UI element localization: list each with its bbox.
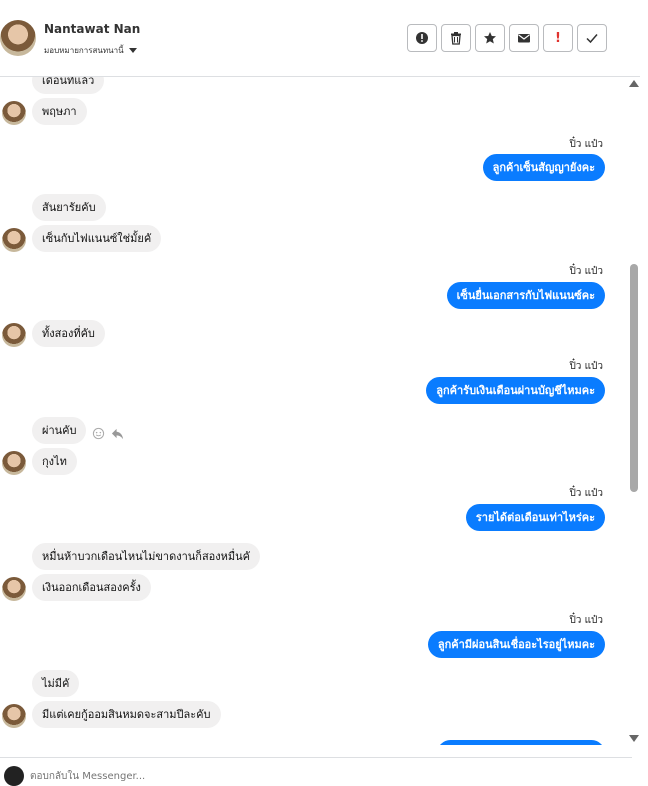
incoming-message[interactable]: สันยารัยคับ [32,194,106,221]
page-avatar [4,766,24,786]
outgoing-message[interactable]: รายได้ต่อเดือนเท่าไหร่คะ [465,504,605,531]
sender-name: ปิ๋ว แป๋ว [569,139,603,150]
star-button[interactable] [475,24,505,52]
reply-input[interactable] [30,768,620,784]
conversation-header: Nantawat Nan มอบหมายการสนทนานี้ ! [0,0,640,77]
scroll-down-arrow-icon[interactable] [629,735,639,742]
reply-composer [0,757,632,786]
envelope-icon [518,34,530,43]
sender-name: ปิ๋ว แป๋ว [569,266,603,277]
incoming-message[interactable]: เซ็นกับไฟแนนซ์ใช่มั้ยคั [32,225,162,252]
assign-conversation-dropdown[interactable]: มอบหมายการสนทนานี้ [44,44,137,57]
incoming-message[interactable]: เงินออกเดือนสองครั้ง [32,574,151,601]
outgoing-message[interactable]: ลูกค้ามีผ่อนสินเชื่ออะไรอยู่ไหมคะ [427,631,605,658]
conversation-actions: ! [407,24,607,52]
sender-avatar [2,228,26,252]
outgoing-message[interactable]: เซ็นยื่นเอกสารกับไฟแนนซ์คะ [446,282,605,309]
scrollbar-thumb[interactable] [630,264,638,492]
incoming-message[interactable]: ผ่านคับ [32,417,87,444]
star-icon [484,32,496,44]
sender-name: ปิ๋ว แป๋ว [569,615,603,626]
scroll-up-arrow-icon[interactable] [629,80,639,87]
sender-avatar [2,101,26,125]
message-thread[interactable]: เดือนที่แล้ว พฤษภา ปิ๋ว แป๋ว ลูกค้าเซ็นส… [0,77,628,745]
incoming-message[interactable]: ทั้งสองที่คับ [32,320,105,347]
sender-avatar [2,577,26,601]
sender-avatar [2,323,26,347]
incoming-message[interactable]: หมื่นห้าบวกเดือนไหนไม่ขาดงานก็สองหมื่นคั [32,543,261,570]
trash-icon [451,32,461,45]
follow-up-button[interactable]: ! [543,24,573,52]
incoming-message[interactable]: ไม่มีคั [32,670,80,697]
mark-unread-button[interactable] [509,24,539,52]
contact-avatar[interactable] [0,20,36,56]
mark-spam-button[interactable] [407,24,437,52]
reply-icon[interactable] [111,427,124,440]
message-hover-actions [92,427,124,440]
incoming-message[interactable]: มีแต่เคยกู้ออมสินหมดจะสามปีละคับ [32,701,221,728]
delete-button[interactable] [441,24,471,52]
sender-avatar [2,704,26,728]
outgoing-message[interactable]: ลูกค้าเซ็นสัญญายังคะ [482,154,605,181]
follow-up-icon: ! [555,30,561,46]
spam-icon [416,32,428,44]
sender-name: ปิ๋ว แป๋ว [569,488,603,499]
outgoing-message-partial[interactable] [437,740,605,745]
contact-name[interactable]: Nantawat Nan [44,22,140,36]
mark-done-button[interactable] [577,24,607,52]
outgoing-message[interactable]: ลูกค้ารับเงินเดือนผ่านบัญชีไหมคะ [426,377,605,404]
caret-down-icon [128,48,137,53]
emoji-react-icon[interactable] [92,427,105,440]
incoming-message[interactable]: กุงไท [32,448,77,475]
check-icon [586,34,598,44]
sender-avatar [2,451,26,475]
assign-label: มอบหมายการสนทนานี้ [44,46,124,55]
incoming-message[interactable]: พฤษภา [32,98,87,125]
incoming-message[interactable]: เดือนที่แล้ว [32,77,105,94]
sender-name: ปิ๋ว แป๋ว [569,361,603,372]
